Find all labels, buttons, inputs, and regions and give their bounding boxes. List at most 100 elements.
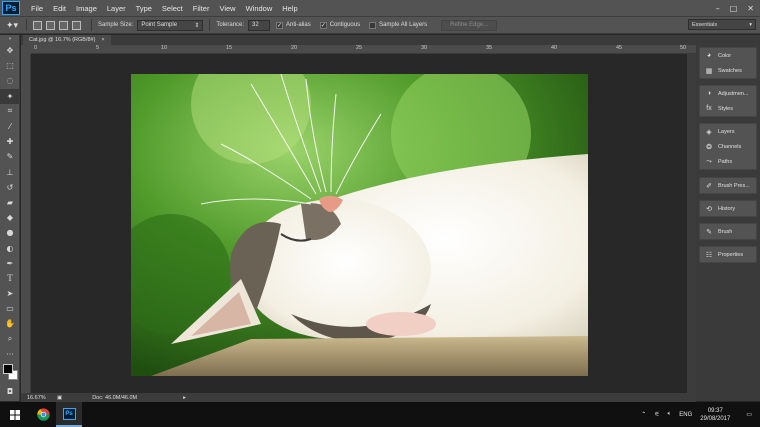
- tolerance-input[interactable]: 32: [248, 19, 271, 31]
- rectangle-tool-icon[interactable]: ▭: [0, 301, 20, 316]
- panel-label: Brush: [718, 228, 733, 235]
- menu-view[interactable]: View: [214, 4, 240, 13]
- layers-panel-button[interactable]: ◈ Layers: [700, 124, 756, 139]
- panel-grip-icon[interactable]: »: [0, 35, 20, 43]
- workspace-select[interactable]: Essentials ▾: [688, 19, 756, 30]
- windows-start-button[interactable]: [0, 402, 30, 427]
- menu-file[interactable]: File: [26, 4, 48, 13]
- dodge-tool-icon[interactable]: ◐: [0, 240, 20, 255]
- document-image[interactable]: [131, 74, 588, 376]
- close-tab-icon[interactable]: ×: [101, 37, 104, 43]
- menu-edit[interactable]: Edit: [48, 4, 71, 13]
- type-tool-icon[interactable]: T: [0, 271, 20, 286]
- paint-bucket-tool-icon[interactable]: ◆: [0, 210, 20, 225]
- healing-brush-tool-icon[interactable]: ✚: [0, 134, 20, 149]
- pen-tool-icon[interactable]: ✒: [0, 256, 20, 271]
- taskbar: Ps ⌃ ⚟ 🔈︎ ENG 09:37 29/08/2017 ▭: [0, 402, 760, 427]
- maximize-button[interactable]: □: [730, 4, 738, 13]
- panel-label: Color: [718, 52, 732, 59]
- chrome-taskbar-button[interactable]: [30, 402, 56, 427]
- notifications-icon[interactable]: ▭: [746, 411, 752, 418]
- panel-label: Styles: [718, 105, 733, 112]
- channels-panel-button[interactable]: ❂ Channels: [700, 139, 756, 154]
- close-button[interactable]: ✕: [747, 4, 754, 13]
- layers-panel-group: ◈ Layers ❂ Channels ⤳ Paths: [699, 123, 757, 170]
- sample-size-select[interactable]: Point Sample ⇕: [137, 19, 204, 31]
- language-indicator[interactable]: ENG: [679, 412, 692, 418]
- sample-all-layers-checkbox[interactable]: [369, 21, 377, 29]
- adjustments-panel-button[interactable]: ◑ Adjustmen...: [700, 86, 756, 101]
- ruler-mark: 50: [680, 45, 687, 51]
- menu-help[interactable]: Help: [277, 4, 302, 13]
- minimize-button[interactable]: –: [716, 4, 720, 13]
- menu-filter[interactable]: Filter: [188, 4, 215, 13]
- color-palette-icon: ◕: [706, 52, 712, 59]
- photoshop-taskbar-icon: Ps: [62, 407, 76, 420]
- menu-type[interactable]: Type: [131, 4, 157, 13]
- vertical-scrollbar[interactable]: [687, 54, 696, 393]
- panel-label: Swatches: [718, 67, 742, 74]
- brush-presets-panel-button[interactable]: ✐ Brush Pres...: [700, 178, 756, 193]
- menu-layer[interactable]: Layer: [102, 4, 131, 13]
- history-brush-tool-icon[interactable]: ↺: [0, 180, 20, 195]
- contiguous-checkbox[interactable]: ✓: [319, 21, 327, 29]
- adjustments-panel-group: ◑ Adjustmen... fx Styles: [699, 85, 757, 117]
- menu-select[interactable]: Select: [157, 4, 188, 13]
- clone-stamp-tool-icon[interactable]: ⊥: [0, 165, 20, 180]
- vertical-ruler[interactable]: [21, 54, 31, 393]
- hand-tool-icon[interactable]: ✋: [0, 316, 20, 331]
- styles-panel-button[interactable]: fx Styles: [700, 101, 756, 116]
- horizontal-ruler[interactable]: 0 5 10 15 20 25 30 35 40 45 50: [31, 45, 696, 54]
- ruler-mark: 45: [616, 45, 623, 51]
- chevron-down-icon: ▾: [749, 21, 752, 28]
- intersect-selection-icon[interactable]: [72, 20, 81, 30]
- color-panel-button[interactable]: ◕ Color: [700, 48, 756, 63]
- status-arrow-icon[interactable]: ▸: [183, 395, 186, 401]
- new-selection-icon[interactable]: [33, 20, 42, 30]
- status-menu-icon[interactable]: ▣: [57, 395, 62, 401]
- status-bar: 16.67% ▣ Doc: 46.0M/46.0M ▸: [21, 393, 696, 402]
- lasso-tool-icon[interactable]: ◌: [0, 73, 20, 88]
- subtract-from-selection-icon[interactable]: [59, 20, 68, 30]
- anti-alias-checkbox[interactable]: ✓: [276, 21, 284, 29]
- foreground-color-swatch[interactable]: [3, 363, 13, 374]
- zoom-level[interactable]: 16.67%: [27, 395, 51, 401]
- zoom-tool-icon[interactable]: ⌕: [0, 332, 20, 347]
- document-tab[interactable]: Cat.jpg @ 16.7% (RGB/8#) ×: [23, 35, 111, 45]
- brush-panel-button[interactable]: ✎ Brush: [700, 224, 756, 239]
- blur-tool-icon[interactable]: ●: [0, 225, 20, 240]
- ruler-mark: 35: [486, 45, 493, 51]
- volume-icon[interactable]: 🔈︎: [668, 411, 672, 418]
- history-panel-button[interactable]: ⟲ History: [700, 201, 756, 216]
- sample-size-label: Sample Size:: [98, 22, 134, 28]
- swatches-panel-button[interactable]: ▦ Swatches: [700, 63, 756, 78]
- menu-window[interactable]: Window: [241, 4, 278, 13]
- brush-tool-icon[interactable]: ✎: [0, 149, 20, 164]
- panel-label: Brush Pres...: [718, 182, 750, 189]
- photoshop-taskbar-button[interactable]: Ps: [56, 402, 82, 427]
- photoshop-logo[interactable]: Ps: [2, 1, 20, 15]
- more-tools-icon[interactable]: ···: [0, 347, 20, 362]
- brush-presets-panel-group: ✐ Brush Pres...: [699, 177, 757, 194]
- path-selection-tool-icon[interactable]: ➤: [0, 286, 20, 301]
- magic-wand-tool-preset-icon[interactable]: ✦▾: [6, 19, 20, 31]
- chevron-up-icon[interactable]: ⌃: [641, 411, 646, 418]
- marquee-tool-icon[interactable]: ⬚: [0, 58, 20, 73]
- ruler-origin[interactable]: [21, 45, 31, 54]
- panel-label: Properties: [718, 251, 744, 258]
- crop-tool-icon[interactable]: ⌗: [0, 104, 20, 119]
- menu-image[interactable]: Image: [71, 4, 102, 13]
- wifi-icon[interactable]: ⚟: [654, 411, 659, 418]
- eyedropper-tool-icon[interactable]: ⁄: [0, 119, 20, 134]
- move-tool-icon[interactable]: ✥: [0, 43, 20, 58]
- refine-edge-button[interactable]: Refine Edge...: [441, 19, 498, 31]
- clock[interactable]: 09:37 29/08/2017: [700, 407, 730, 423]
- brush-presets-icon: ✐: [706, 182, 712, 190]
- quick-mask-icon[interactable]: ◘: [0, 384, 20, 399]
- paths-panel-button[interactable]: ⤳ Paths: [700, 154, 756, 169]
- magic-wand-tool-icon[interactable]: ✦: [0, 88, 20, 104]
- eraser-tool-icon[interactable]: ▰: [0, 195, 20, 210]
- layers-icon: ◈: [706, 128, 712, 136]
- properties-panel-button[interactable]: ☷ Properties: [700, 247, 756, 262]
- add-to-selection-icon[interactable]: [46, 20, 55, 30]
